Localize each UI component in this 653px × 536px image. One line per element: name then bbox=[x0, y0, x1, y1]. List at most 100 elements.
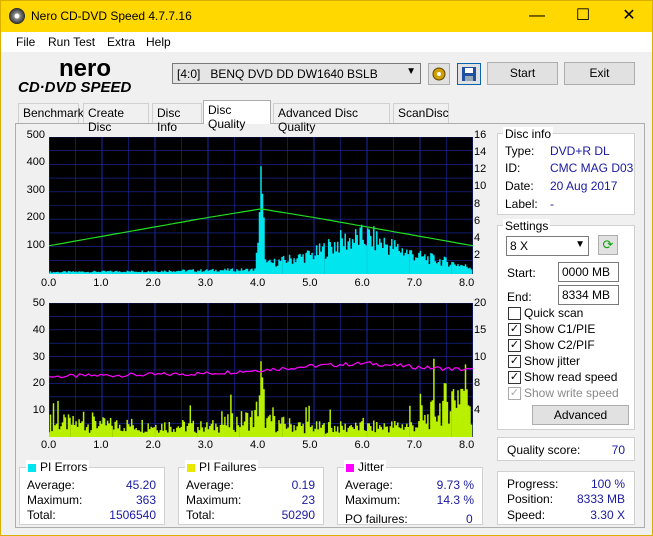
show-write-speed-checkbox bbox=[508, 387, 521, 400]
jitter-title-text: Jitter bbox=[358, 460, 385, 474]
disc-type-value: DVD+R DL bbox=[550, 144, 610, 158]
start-button[interactable]: Start bbox=[487, 62, 558, 85]
chart2-x-tick-label: 7.0 bbox=[406, 439, 423, 451]
tab-scandisc[interactable]: ScanDisc bbox=[393, 103, 449, 123]
chart1-x-tick-label: 8.0 bbox=[459, 277, 475, 289]
chart2-y-right-tick-label: 20 bbox=[474, 297, 487, 309]
chart1-x-tick-label: 0.0 bbox=[41, 277, 57, 289]
pi-failures-box: PI Failures Average: 0.19 Maximum: 23 To… bbox=[178, 460, 324, 525]
start-label: Start: bbox=[507, 266, 536, 280]
jitter-max-label: Maximum: bbox=[345, 493, 401, 507]
window-title: Nero CD-DVD Speed 4.7.7.16 bbox=[31, 9, 192, 23]
menu-run-test[interactable]: Run Test bbox=[48, 35, 95, 49]
minimize-button[interactable]: — bbox=[514, 1, 560, 32]
disc-info-box: Disc info Type: DVD+R DL ID: CMC MAG D03… bbox=[497, 127, 635, 215]
chart1-y-left-tick-label: 300 bbox=[26, 183, 45, 196]
pi-failures-chart: 50 40 30 20 10 20 15 10 8 4 0.0 1.0 2.0 3.0 4.0 5.0 6.… bbox=[19, 297, 491, 457]
logo-text-speed: CD·DVD SPEED bbox=[18, 79, 132, 96]
disc-id-label: ID: bbox=[505, 161, 521, 175]
chart2-x-tick-label: 0.0 bbox=[41, 439, 57, 451]
jitter-avg-label: Average: bbox=[345, 478, 393, 492]
chart2-x-tick-label: 8.0 bbox=[459, 439, 475, 451]
chart2-y-left-tick-label: 10 bbox=[32, 404, 45, 417]
jitter-title: Jitter bbox=[344, 460, 387, 474]
pi-errors-box: PI Errors Average: 45.20 Maximum: 363 To… bbox=[19, 460, 165, 525]
disc-date-value: 20 Aug 2017 bbox=[550, 179, 618, 193]
pi-failures-avg-label: Average: bbox=[186, 478, 234, 492]
pi-failures-plot bbox=[49, 303, 473, 437]
eject-button[interactable] bbox=[428, 63, 450, 85]
chart2-x-tick-label: 3.0 bbox=[197, 439, 214, 451]
chart1-y-right-tick-label: 2 bbox=[474, 248, 481, 261]
pi-errors-avg: 45.20 bbox=[125, 478, 156, 492]
chart1-y-right-tick-label: 14 bbox=[474, 146, 487, 159]
progress-box: Progress: 100 % Position: 8333 MB Speed:… bbox=[497, 471, 635, 525]
show-read-speed-label: Show read speed bbox=[524, 370, 618, 384]
pi-failures-total: 50290 bbox=[281, 508, 315, 522]
quick-scan-checkbox[interactable] bbox=[508, 307, 521, 320]
show-write-speed-label: Show write speed bbox=[524, 386, 619, 400]
drive-select-value: [4:0] BENQ DVD DD DW1640 BSLB bbox=[177, 67, 378, 81]
jitter-max: 14.3 % bbox=[436, 493, 474, 507]
chart2-x-tick-label: 6.0 bbox=[354, 439, 370, 451]
show-jitter-checkbox[interactable] bbox=[508, 355, 521, 368]
chart1-y-left-tick-label: 500 bbox=[26, 129, 45, 141]
start-input[interactable]: 0000 MB bbox=[558, 262, 619, 282]
disc-label-value: - bbox=[550, 197, 554, 211]
menu-file[interactable]: File bbox=[16, 35, 35, 49]
pi-errors-total-label: Total: bbox=[27, 508, 56, 522]
disc-type-label: Type: bbox=[505, 144, 535, 158]
position-value: 8333 MB bbox=[576, 492, 625, 506]
chart1-y-right-tick-label: 4 bbox=[474, 231, 481, 244]
app-window: Nero CD-DVD Speed 4.7.7.16 — ☐ ✕ File Ru… bbox=[0, 0, 653, 536]
chart1-x-tick-label: 5.0 bbox=[302, 277, 318, 289]
speed-select[interactable]: 8 X ▼ bbox=[506, 236, 589, 256]
drive-select[interactable]: [4:0] BENQ DVD DD DW1640 BSLB ▼ bbox=[172, 63, 421, 84]
chart1-y-left-tick-label: 400 bbox=[26, 156, 45, 169]
speed-value: 3.30 X bbox=[590, 508, 625, 522]
pi-failures-swatch bbox=[187, 463, 195, 472]
show-read-speed-checkbox[interactable] bbox=[508, 371, 521, 384]
show-c2-checkbox[interactable] bbox=[508, 339, 521, 352]
chart2-y-right-tick-label: 15 bbox=[474, 323, 487, 336]
gear-eject-icon bbox=[432, 67, 446, 81]
tab-disc-info[interactable]: Disc Info bbox=[152, 103, 202, 134]
advanced-button[interactable]: Advanced bbox=[532, 405, 629, 425]
close-button[interactable]: ✕ bbox=[606, 1, 652, 32]
disc-label-label: Label: bbox=[505, 197, 538, 211]
save-button[interactable] bbox=[457, 63, 481, 85]
maximize-button[interactable]: ☐ bbox=[560, 1, 606, 32]
tab-create-disc[interactable]: Create Disc bbox=[83, 103, 149, 134]
chart2-x-tick-label: 5.0 bbox=[302, 439, 318, 451]
chart1-y-right-tick-label: 8 bbox=[474, 197, 481, 210]
chart1-y-left-tick-label: 200 bbox=[26, 211, 45, 224]
chart2-y-left-tick-label: 20 bbox=[32, 377, 45, 390]
refresh-speed-button[interactable]: ⟳ bbox=[598, 235, 618, 255]
exit-button[interactable]: Exit bbox=[564, 62, 635, 85]
progress-value: 100 % bbox=[590, 477, 625, 491]
title-bar[interactable]: Nero CD-DVD Speed 4.7.7.16 — ☐ ✕ bbox=[1, 1, 652, 32]
position-label: Position: bbox=[507, 492, 554, 506]
pi-errors-chart: 500 400 300 200 100 16 14 12 10 8 6 4 2 0.0 1.0 2.0 3.… bbox=[19, 129, 491, 294]
chart1-x-tick-label: 3.0 bbox=[197, 277, 214, 289]
pi-failures-avg: 0.19 bbox=[291, 478, 315, 492]
chart2-y-left-tick-label: 30 bbox=[32, 350, 45, 363]
tab-benchmark[interactable]: Benchmark bbox=[18, 103, 84, 123]
chevron-down-icon: ▼ bbox=[575, 239, 585, 250]
chart1-x-tick-label: 4.0 bbox=[250, 277, 266, 289]
chart1-y-right-tick-label: 6 bbox=[474, 214, 481, 227]
show-c1-checkbox[interactable] bbox=[508, 323, 521, 336]
pi-errors-title: PI Errors bbox=[26, 460, 90, 474]
refresh-icon: ⟳ bbox=[602, 237, 614, 252]
chart2-y-left-tick-label: 40 bbox=[32, 323, 45, 336]
progress-label: Progress: bbox=[507, 477, 559, 491]
chart2-y-left-tick-label: 50 bbox=[32, 297, 45, 309]
menu-extra[interactable]: Extra bbox=[107, 35, 135, 49]
tab-disc-quality[interactable]: Disc Quality bbox=[203, 100, 271, 131]
chart1-x-tick-label: 1.0 bbox=[93, 277, 109, 289]
end-input[interactable]: 8334 MB bbox=[558, 285, 619, 305]
chart2-x-tick-label: 4.0 bbox=[250, 439, 266, 451]
jitter-avg: 9.73 % bbox=[436, 478, 474, 492]
tab-advanced-disc-quality[interactable]: Advanced Disc Quality bbox=[273, 103, 390, 134]
menu-help[interactable]: Help bbox=[146, 35, 171, 49]
